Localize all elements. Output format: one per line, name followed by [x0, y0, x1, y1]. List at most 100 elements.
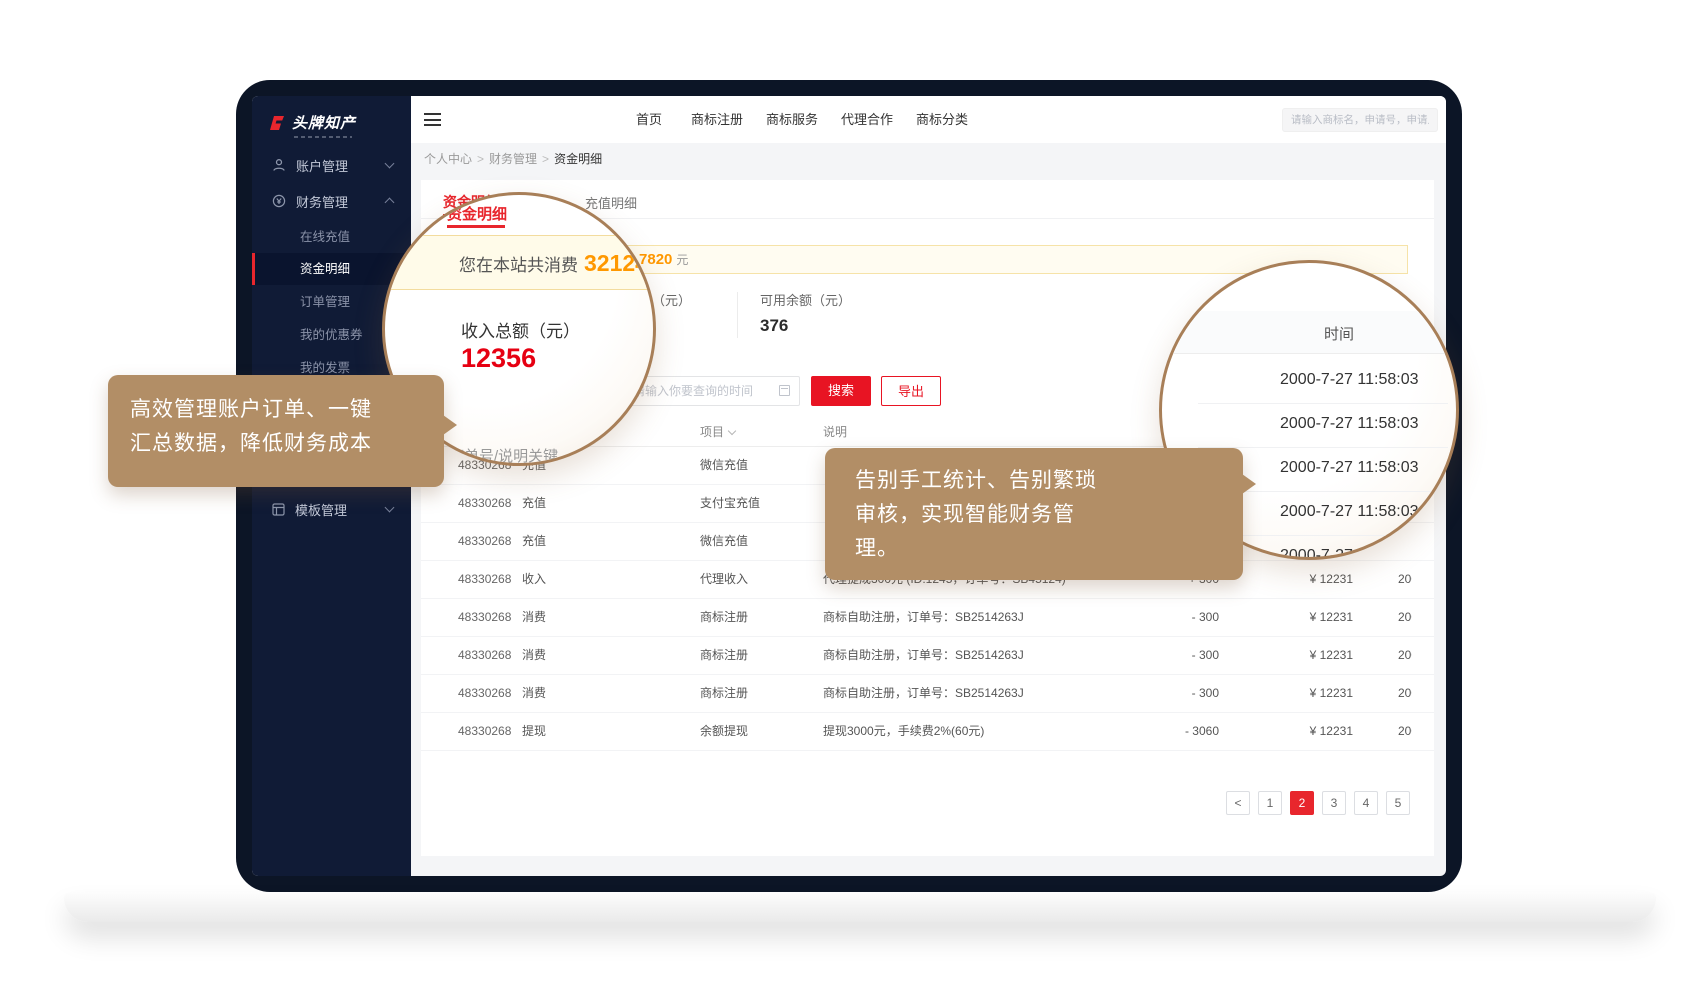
- cell-balance: ¥ 12231: [1261, 598, 1353, 636]
- calendar-icon[interactable]: [779, 385, 790, 396]
- cell-time: 2000-7-27 11:58:03: [1398, 712, 1412, 750]
- pagination-page-5[interactable]: 5: [1386, 791, 1410, 815]
- cell-time: 2000-7-27 11:58:03: [1398, 560, 1412, 598]
- logo-text: 头牌知产: [292, 112, 356, 133]
- callout-text-line: 告别手工统计、告别繁琐: [855, 464, 1243, 498]
- cell-order-no: 48330268: [458, 674, 511, 712]
- cell-project: 微信充值: [700, 522, 748, 560]
- nav-item-home[interactable]: 首页: [636, 96, 662, 143]
- table-row: 48330268消费商标注册商标自助注册，订单号：SB2514263J- 300…: [421, 636, 1434, 675]
- cell-order-no: 48330268: [458, 560, 511, 598]
- breadcrumb-part[interactable]: 财务管理: [489, 152, 537, 166]
- cell-balance: ¥ 12231: [1261, 560, 1353, 598]
- chevron-down-icon: [385, 503, 395, 513]
- top-nav: 首页 商标注册 商标服务 代理合作 商标分类: [411, 96, 1446, 144]
- chevron-down-icon: [385, 159, 395, 169]
- cell-type: 收入: [522, 560, 546, 598]
- sort-caret-icon: [728, 427, 736, 435]
- magnified-banner-amount: 32124: [584, 250, 648, 276]
- callout-text-line: 汇总数据，降低财务成本: [130, 427, 444, 461]
- cell-type: 充值: [522, 522, 546, 560]
- callout-text-line: 审核，实现智能财务管: [855, 498, 1243, 532]
- nav-item-agency[interactable]: 代理合作: [841, 96, 893, 143]
- table-row: 48330268消费商标注册商标自助注册，订单号：SB2514263J- 300…: [421, 674, 1434, 713]
- laptop-base: [64, 892, 1656, 922]
- sidebar-item-finance[interactable]: 财务管理: [252, 184, 411, 218]
- magnified-time-header-band: 时间: [1162, 311, 1456, 354]
- logo-subtext-decoration: [294, 136, 352, 138]
- breadcrumb: 个人中心 > 财务管理 > 资金明细: [411, 143, 1446, 176]
- magnified-time-row: 2000-7-27 11:58:03: [1280, 415, 1418, 433]
- cell-project: 商标注册: [700, 674, 748, 712]
- cell-type: 消费: [522, 636, 546, 674]
- banner-unit: 元: [676, 253, 688, 267]
- page: 头牌知产 账户管理 财务管理 在线充值 资金明细 订单管理 我的优惠券: [0, 0, 1696, 1002]
- cell-project: 余额提现: [700, 712, 748, 750]
- date-query-input[interactable]: [622, 376, 800, 406]
- sidebar-item-label: 账户管理: [296, 156, 348, 175]
- sidebar-item-template[interactable]: 模板管理: [252, 492, 411, 526]
- hamburger-menu-icon[interactable]: [424, 113, 441, 126]
- pagination-prev[interactable]: <: [1226, 791, 1250, 815]
- cell-description: 提现3000元，手续费2%(60元): [823, 712, 984, 750]
- user-icon: [272, 158, 286, 172]
- sidebar-item-label: 财务管理: [296, 192, 348, 211]
- pagination-page-1[interactable]: 1: [1258, 791, 1282, 815]
- pagination-page-4[interactable]: 4: [1354, 791, 1378, 815]
- table-row: 48330268消费商标注册商标自助注册，订单号：SB2514263J- 300…: [421, 598, 1434, 637]
- logo[interactable]: 头牌知产: [266, 112, 356, 133]
- sidebar-item-account[interactable]: 账户管理: [252, 148, 411, 182]
- breadcrumb-part[interactable]: 个人中心: [424, 152, 472, 166]
- chevron-up-icon: [385, 198, 395, 208]
- magnified-stat-label: 收入总额（元）: [461, 317, 580, 342]
- nav-item-trademark-service[interactable]: 商标服务: [766, 96, 818, 143]
- cell-order-no: 48330268: [458, 598, 511, 636]
- cell-time: 2000-7-27 11:58:03: [1398, 598, 1412, 636]
- nav-item-trademark-register[interactable]: 商标注册: [691, 96, 743, 143]
- cell-type: 消费: [522, 598, 546, 636]
- callout-text-line: 理。: [855, 532, 1243, 566]
- sidebar-item-label: 模板管理: [295, 500, 347, 519]
- breadcrumb-current: 资金明细: [554, 152, 602, 166]
- cell-description: 商标自助注册，订单号：SB2514263J: [823, 636, 1024, 674]
- cell-type: 提现: [522, 712, 546, 750]
- cell-amount: - 3060: [1135, 712, 1219, 750]
- magnified-time-row: 2000-7-27 11:58:03: [1280, 503, 1418, 521]
- search-button[interactable]: 搜索: [811, 376, 871, 406]
- template-icon: [272, 503, 285, 516]
- magnified-tab-label: 资金明细: [447, 203, 507, 224]
- cell-balance: ¥ 12231: [1261, 636, 1353, 674]
- magnified-stat-value: 12356: [461, 343, 536, 374]
- breadcrumb-separator: >: [477, 152, 484, 166]
- search-input[interactable]: [1282, 108, 1438, 132]
- callout-text-line: 高效管理账户订单、一键: [130, 393, 444, 427]
- pagination-page-3[interactable]: 3: [1322, 791, 1346, 815]
- brand-logo-icon: [266, 113, 286, 133]
- magnified-table-header: 订单号/说明关键: [449, 445, 558, 466]
- cell-time: 2000-7-27 11:58:03: [1398, 674, 1412, 712]
- cell-type: 消费: [522, 674, 546, 712]
- cell-amount: - 300: [1135, 598, 1219, 636]
- header-description: 说明: [823, 418, 847, 446]
- tab-recharge-detail[interactable]: 充值明细: [585, 193, 637, 212]
- stat-label: 可用余额（元）: [760, 290, 851, 309]
- header-project[interactable]: 项目: [700, 418, 735, 446]
- cell-project: 商标注册: [700, 636, 748, 674]
- magnified-banner-prefix: 您在本站共消费: [459, 256, 578, 275]
- export-button[interactable]: 导出: [881, 376, 941, 406]
- finance-icon: [272, 194, 286, 208]
- table-row: 48330268提现余额提现提现3000元，手续费2%(60元)- 3060¥ …: [421, 712, 1434, 751]
- cell-project: 支付宝充值: [700, 484, 760, 522]
- magnified-banner: 您在本站共消费 32124: [385, 235, 653, 290]
- pagination: < 1 2 3 4 5: [1226, 791, 1410, 815]
- cell-order-no: 48330268: [458, 712, 511, 750]
- magnified-time-row: 2000-7-27 11:58:03: [1280, 371, 1418, 389]
- stat-balance: 可用余额（元） 376: [760, 290, 851, 336]
- magnified-time-header: 时间: [1324, 323, 1354, 344]
- cell-description: 商标自助注册，订单号：SB2514263J: [823, 674, 1024, 712]
- cell-project: 代理收入: [700, 560, 748, 598]
- nav-item-trademark-category[interactable]: 商标分类: [916, 96, 968, 143]
- magnified-time-row: 2000-7-27 11:58:03: [1280, 459, 1418, 477]
- pagination-page-2-active[interactable]: 2: [1290, 791, 1314, 815]
- breadcrumb-separator: >: [542, 152, 549, 166]
